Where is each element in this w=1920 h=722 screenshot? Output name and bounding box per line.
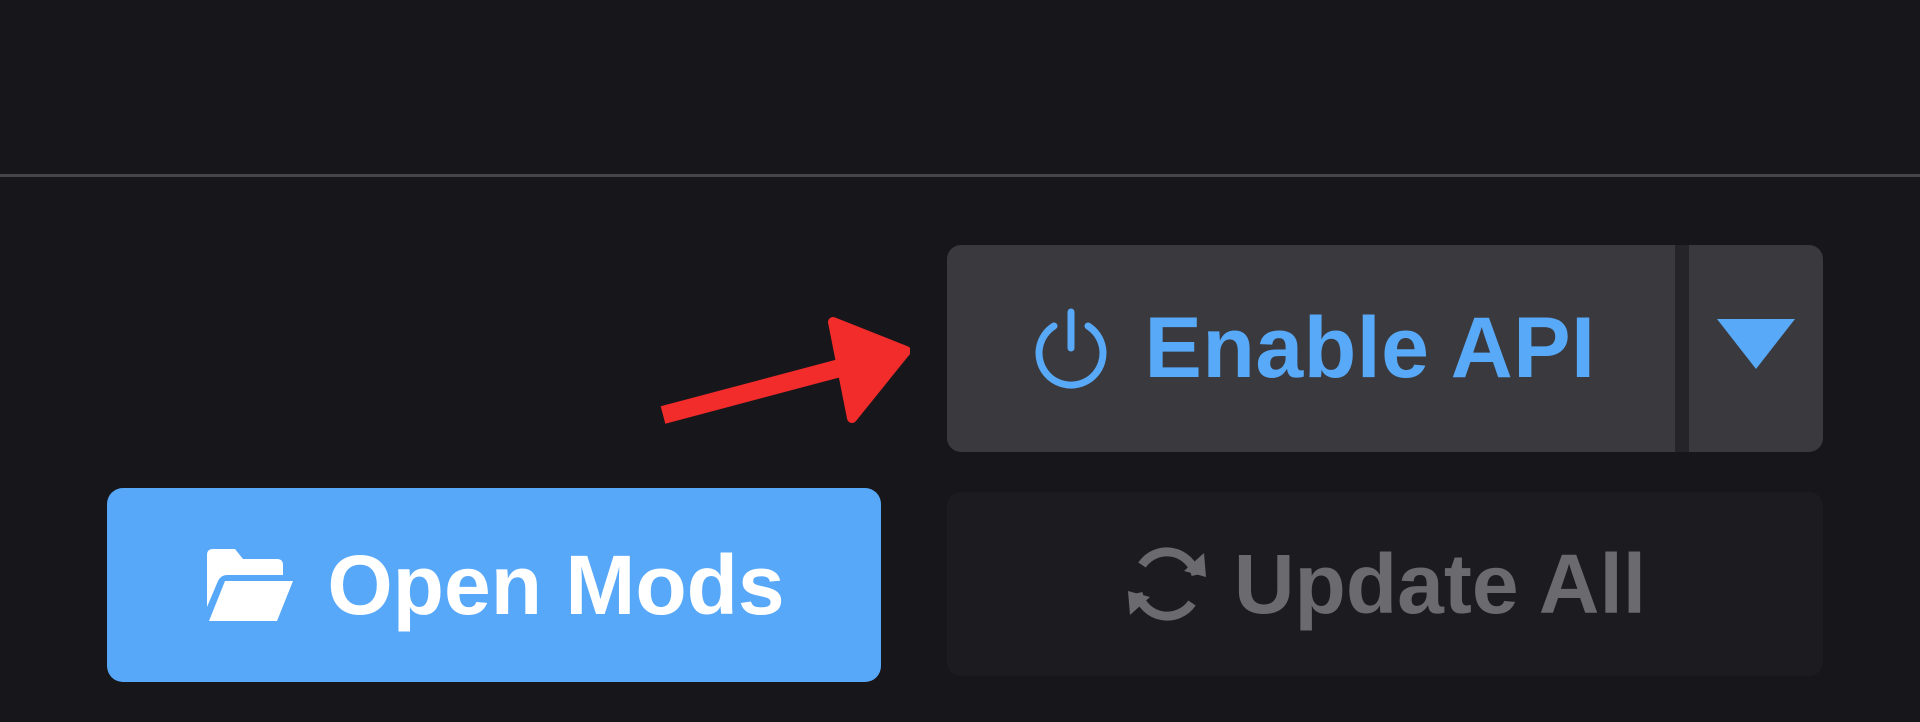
split-button-separator <box>1675 245 1689 452</box>
open-mods-label: Open Mods <box>327 537 785 632</box>
enable-api-split-button: Enable API <box>947 245 1823 452</box>
refresh-icon <box>1124 541 1210 627</box>
app-window: Enable API Open Mods Update All <box>0 0 1920 722</box>
update-all-button[interactable]: Update All <box>947 492 1823 676</box>
update-all-label: Update All <box>1233 536 1647 631</box>
enable-api-label: Enable API <box>1144 300 1596 396</box>
annotation-arrow-icon <box>660 317 910 424</box>
power-icon <box>1026 304 1116 394</box>
folder-open-icon <box>203 545 297 625</box>
enable-api-dropdown-button[interactable] <box>1689 245 1823 452</box>
caret-down-icon <box>1717 319 1795 378</box>
enable-api-button[interactable]: Enable API <box>947 245 1675 452</box>
open-mods-button[interactable]: Open Mods <box>107 488 881 682</box>
header-divider <box>0 174 1920 177</box>
